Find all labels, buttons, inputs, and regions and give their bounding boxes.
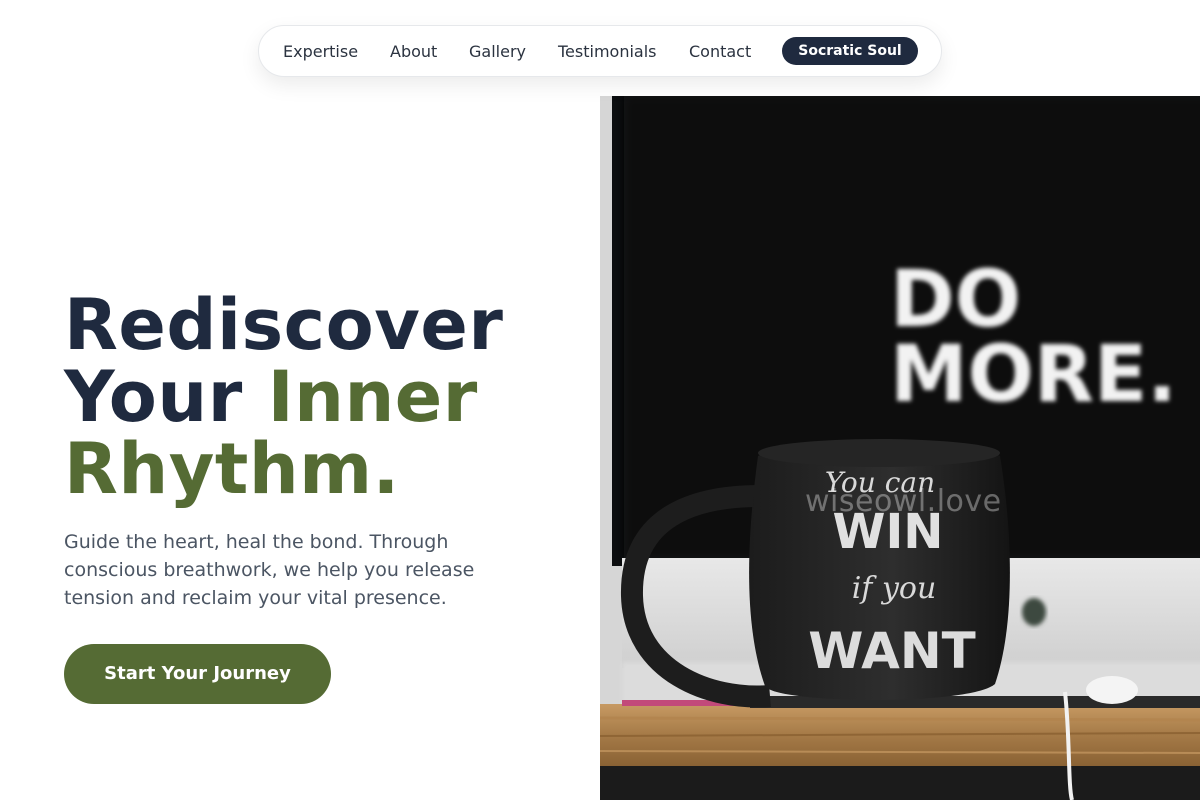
mug-text-if-you: if you xyxy=(852,571,937,606)
hero-title-line2-part1: Your xyxy=(64,356,268,438)
hero-photo: DO MORE. You can WIN if you WANT wiseowl… xyxy=(600,96,1200,800)
wood-grain-1 xyxy=(600,716,1200,722)
screen-text-more: MORE. xyxy=(890,330,1177,420)
hero-title-line2-accent: Inner xyxy=(267,356,478,438)
hero-title-line3-accent: Rhythm. xyxy=(64,428,400,510)
nav-link-expertise[interactable]: Expertise xyxy=(283,26,358,78)
nav-link-gallery[interactable]: Gallery xyxy=(469,26,526,78)
mug-rim xyxy=(758,439,1000,467)
hero-photo-illustration: DO MORE. You can WIN if you WANT xyxy=(600,96,1200,800)
apple-logo-icon xyxy=(1022,598,1046,626)
nav-link-contact[interactable]: Contact xyxy=(689,26,751,78)
nav-link-testimonials[interactable]: Testimonials xyxy=(558,26,657,78)
earbud-icon xyxy=(1086,676,1138,704)
brand-pill-button[interactable]: Socratic Soul xyxy=(782,37,918,65)
desk-underside xyxy=(600,766,1200,800)
hero-title: Rediscover Your Inner Rhythm. xyxy=(64,289,503,505)
start-journey-button[interactable]: Start Your Journey xyxy=(64,644,331,704)
hero-title-line1: Rediscover xyxy=(64,284,504,366)
nav-link-about[interactable]: About xyxy=(390,26,437,78)
mug-text-want: WANT xyxy=(808,622,976,680)
hero-subtitle: Guide the heart, heal the bond. Through … xyxy=(64,531,475,609)
top-nav: Expertise About Gallery Testimonials Con… xyxy=(258,25,942,77)
watermark: wiseowl.love xyxy=(805,484,1002,519)
